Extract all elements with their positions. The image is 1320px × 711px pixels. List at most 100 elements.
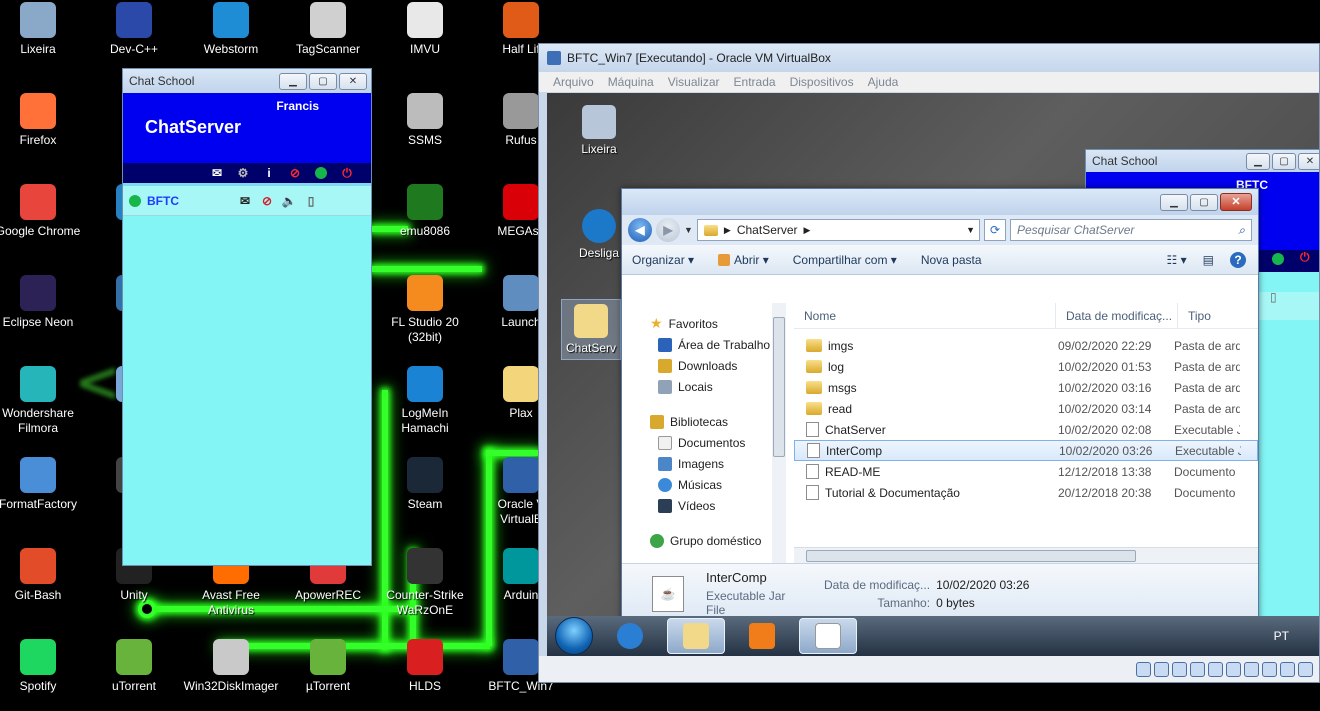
desktop-icon-logmein[interactable]: LogMeIn Hamachi [377,366,473,436]
desktop-icon-lixeira[interactable]: Lixeira [0,2,86,57]
file-row[interactable]: READ-ME 12/12/2018 13:38 Documento [794,461,1258,482]
minimize-button[interactable]: ▁ [279,72,307,90]
mail-icon[interactable]: ✉ [237,193,253,209]
search-input[interactable]: Pesquisar ChatServer ⌕ [1010,219,1252,241]
desktop-icon-spotify[interactable]: Spotify [0,639,86,694]
new-folder-button[interactable]: Nova pasta [921,253,982,267]
breadcrumb[interactable]: ChatServer [737,223,798,237]
recent-pages-icon[interactable]: ▼ [684,225,693,235]
audio-icon[interactable] [1172,661,1187,677]
file-row[interactable]: msgs 10/02/2020 03:16 Pasta de arq [794,377,1258,398]
close-button[interactable]: ✕ [1298,152,1319,170]
desktop-icon-counter-strike[interactable]: Counter-Strike WaRzOnE [377,548,473,618]
address-dropdown-icon[interactable]: ▼ [966,225,979,235]
nav-item-desktop[interactable]: Área de Trabalho [622,334,785,355]
nav-item-music[interactable]: Músicas [622,474,785,495]
nav-scrollbar[interactable] [772,303,786,563]
desktop-icon-tagscanner[interactable]: TagScanner [280,2,376,57]
help-icon[interactable]: ? [1230,251,1246,268]
chat-titlebar[interactable]: Chat School ▁ ▢ ✕ [123,69,371,93]
desktop-icon-formatfactory[interactable]: FormatFactory [0,457,86,512]
hdd-icon[interactable] [1136,661,1151,677]
virtualbox-window[interactable]: BFTC_Win7 [Executando] - Oracle VM Virtu… [538,43,1320,683]
menu-maquina[interactable]: Máquina [608,75,654,89]
block-icon[interactable]: ⊘ [259,193,275,209]
desktop-icon-wondershare[interactable]: Wondershare Filmora [0,366,86,436]
file-row[interactable]: Tutorial & Documentação 20/12/2018 20:38 D… [794,482,1258,503]
file-hscrollbar[interactable] [794,547,1258,563]
explorer-window[interactable]: ▁ ▢ ✕ ◀ ▶ ▼ ▶ ChatServer ▶ ▼ ⟳ Pesquisar… [621,188,1259,624]
display-icon[interactable] [1244,661,1259,677]
nav-item-documents[interactable]: Documentos [622,432,785,453]
nav-item-pictures[interactable]: Imagens [622,453,785,474]
desktop-icon-win32diskimager[interactable]: Win32DiskImager [183,639,279,694]
view-options-icon[interactable]: ☷ ▾ [1167,253,1187,267]
close-button[interactable]: ✕ [1220,193,1252,211]
file-row[interactable]: imgs 09/02/2020 22:29 Pasta de arq [794,335,1258,356]
taskbar-java[interactable] [799,618,857,654]
share-button[interactable]: Compartilhar com ▾ [793,253,897,267]
column-type[interactable]: Tipo [1178,303,1248,328]
desktop-icon-steam[interactable]: Steam [377,457,473,512]
gear-icon[interactable]: ⚙ [235,165,251,181]
maximize-button[interactable]: ▢ [309,72,337,90]
menu-dispositivos[interactable]: Dispositivos [790,75,854,89]
desktop-icon-fl-studio-20[interactable]: FL Studio 20 (32bit) [377,275,473,345]
chat-school-window[interactable]: Chat School ▁ ▢ ✕ Francis ChatServer ✉ ⚙… [122,68,372,566]
nav-item-downloads[interactable]: Downloads [622,355,785,376]
explorer-titlebar[interactable]: ▁ ▢ ✕ [622,189,1258,215]
guest-icon-chatserver[interactable]: ChatServ [561,299,621,360]
taskbar-media[interactable] [733,618,791,654]
column-date[interactable]: Data de modificaç... [1056,303,1178,328]
file-row[interactable]: read 10/02/2020 03:14 Pasta de arq [794,398,1258,419]
optical-icon[interactable] [1154,661,1169,677]
back-icon[interactable]: ◀ [628,218,652,242]
status-icon[interactable] [313,165,329,181]
minimize-button[interactable]: ▁ [1160,193,1188,211]
desktop-icon-utorrent[interactable]: uTorrent [86,639,182,694]
desktop-icon-hlds[interactable]: HLDS [377,639,473,694]
file-icon[interactable]: ▯ [1270,290,1277,304]
open-button[interactable]: Abrir ▾ [718,253,769,267]
menu-visualizar[interactable]: Visualizar [668,75,720,89]
power-icon[interactable]: ⏻ [339,165,355,181]
maximize-button[interactable]: ▢ [1272,152,1296,170]
nav-homegroup[interactable]: Grupo doméstico [622,530,785,551]
address-bar[interactable]: ▶ ChatServer ▶ ▼ [696,219,980,241]
file-row[interactable]: ChatServer 10/02/2020 02:08 Executable J [794,419,1258,440]
guest-icon-desliga[interactable]: Desliga [569,209,629,260]
desktop-icon-emu8086[interactable]: emu8086 [377,184,473,239]
guest-chat-titlebar[interactable]: Chat School ▁ ▢ ✕ [1086,150,1319,172]
shared-folder-icon[interactable] [1226,661,1241,677]
close-button[interactable]: ✕ [339,72,367,90]
user-row[interactable]: BFTC ✉ ⊘ 🔈 ▯ [123,186,371,216]
desktop-icon-dev-c-[interactable]: Dev-C++ [86,2,182,57]
usb-icon[interactable] [1208,661,1223,677]
mail-icon[interactable]: ✉ [209,165,225,181]
speaker-icon[interactable]: 🔈 [281,193,297,209]
forward-icon[interactable]: ▶ [656,218,680,242]
file-row[interactable]: log 10/02/2020 01:53 Pasta de arq [794,356,1258,377]
desktop-icon-google-chrome[interactable]: Google Chrome [0,184,86,239]
column-name[interactable]: Nome [794,303,1056,328]
nav-libraries[interactable]: Bibliotecas [622,411,785,432]
guest-screen[interactable]: Lixeira Desliga ChatServ Chat School ▁ ▢… [547,93,1319,656]
guest-icon-lixeira[interactable]: Lixeira [569,105,629,156]
organize-button[interactable]: Organizar ▾ [632,253,694,267]
block-icon[interactable]: ⊘ [287,165,303,181]
nav-item-locais[interactable]: Locais [622,376,785,397]
network-icon[interactable] [1190,661,1205,677]
language-indicator[interactable]: PT [1274,629,1319,643]
power-icon[interactable]: ⏻ [1300,250,1310,265]
refresh-icon[interactable]: ⟳ [984,219,1006,241]
nav-item-videos[interactable]: Vídeos [622,495,785,516]
maximize-button[interactable]: ▢ [1190,193,1218,211]
desktop-icon-git-bash[interactable]: Git-Bash [0,548,86,603]
minimize-button[interactable]: ▁ [1246,152,1270,170]
taskbar-ie[interactable] [601,618,659,654]
preview-pane-icon[interactable]: ▤ [1203,253,1214,267]
desktop-icon-firefox[interactable]: Firefox [0,93,86,148]
desktop-icon-imvu[interactable]: IMVU [377,2,473,57]
desktop-icon--torrent[interactable]: µTorrent [280,639,376,694]
menu-entrada[interactable]: Entrada [734,75,776,89]
